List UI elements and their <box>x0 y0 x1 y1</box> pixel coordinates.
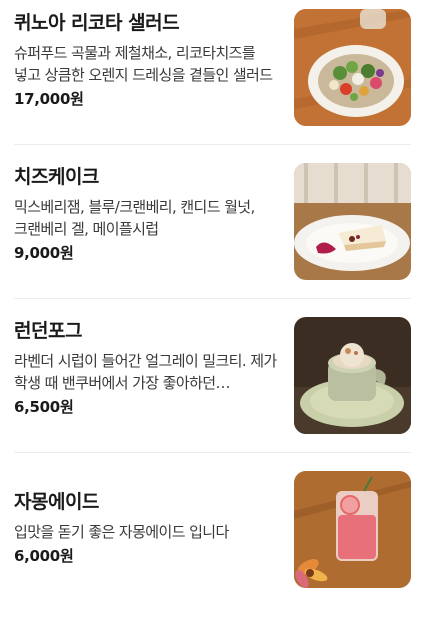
cheesecake-photo[interactable] <box>294 163 411 280</box>
menu-item-name: 치즈케이크 <box>14 166 99 188</box>
menu-item-price: 6,500원 <box>14 398 74 416</box>
london-fog-photo[interactable] <box>294 317 411 434</box>
menu-item-name: 자몽에이드 <box>14 491 99 513</box>
menu-item-cheesecake[interactable]: 치즈케이크 믹스베리잼, 블루/크랜베리, 캔디드 월넛, 크랜베리 겔, 메이… <box>0 163 422 317</box>
menu-item-price: 6,000원 <box>14 547 74 565</box>
menu-item-description: 슈퍼푸드 곡물과 제철채소, 리코타치즈를 넣고 상큼한 오렌지 드레싱을 곁들… <box>14 44 273 84</box>
menu-item-info: 퀴노아 리코타 샐러드 슈퍼푸드 곡물과 제철채소, 리코타치즈를 넣고 상큼한… <box>14 9 280 110</box>
divider <box>14 144 411 145</box>
menu-item-info: 런던포그 라벤더 시럽이 들어간 얼그레이 밀크티. 제가 학생 때 밴쿠버에서… <box>14 317 280 418</box>
menu-item-price: 17,000원 <box>14 90 84 108</box>
menu-item-quinoa-salad[interactable]: 퀴노아 리코타 샐러드 슈퍼푸드 곡물과 제철채소, 리코타치즈를 넣고 상큼한… <box>0 9 422 163</box>
menu-item-grapefruit-ade[interactable]: 자몽에이드 입맛을 돋기 좋은 자몽에이드 입니다 6,000원 <box>0 471 422 625</box>
menu-item-london-fog[interactable]: 런던포그 라벤더 시럽이 들어간 얼그레이 밀크티. 제가 학생 때 밴쿠버에서… <box>0 317 422 471</box>
menu-list: 퀴노아 리코타 샐러드 슈퍼푸드 곡물과 제철채소, 리코타치즈를 넣고 상큼한… <box>0 0 422 605</box>
menu-item-name: 퀴노아 리코타 샐러드 <box>14 12 180 34</box>
menu-item-name: 런던포그 <box>14 320 82 342</box>
grapefruit-ade-photo[interactable] <box>294 471 411 588</box>
divider <box>14 298 411 299</box>
menu-item-price: 9,000원 <box>14 244 74 262</box>
quinoa-salad-photo[interactable] <box>294 9 411 126</box>
menu-item-description: 라벤더 시럽이 들어간 얼그레이 밀크티. 제가 학생 때 밴쿠버에서 가장 좋… <box>14 352 277 392</box>
menu-item-info: 자몽에이드 입맛을 돋기 좋은 자몽에이드 입니다 6,000원 <box>14 471 280 567</box>
menu-item-description: 입맛을 돋기 좋은 자몽에이드 입니다 <box>14 523 229 541</box>
divider <box>14 452 411 453</box>
menu-item-info: 치즈케이크 믹스베리잼, 블루/크랜베리, 캔디드 월넛, 크랜베리 겔, 메이… <box>14 163 280 264</box>
menu-item-description: 믹스베리잼, 블루/크랜베리, 캔디드 월넛, 크랜베리 겔, 메이플시럽 <box>14 198 255 238</box>
